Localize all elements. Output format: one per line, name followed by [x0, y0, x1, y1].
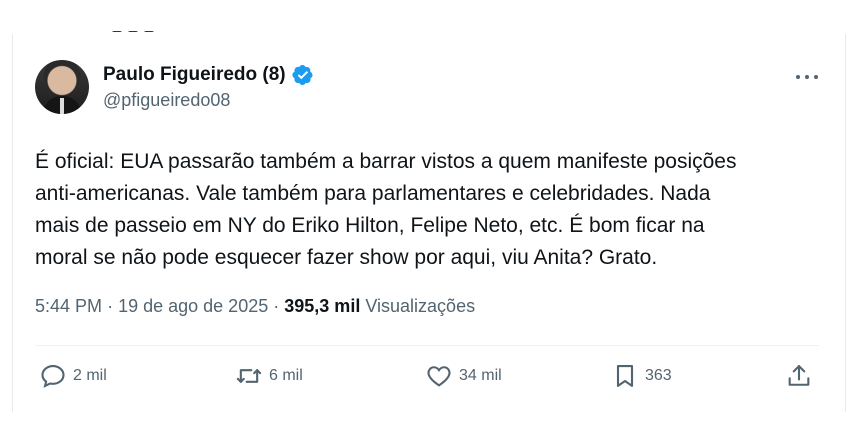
tweet-text: É oficial: EUA passarão também a barrar …	[35, 150, 737, 269]
action-bar: 2 mil 6 mil 34 mil 363	[35, 362, 819, 398]
tweet-card: Paulo Figueiredo (8) @pfigueiredo08 É of…	[12, 34, 846, 412]
meta-separator: ·	[107, 296, 114, 316]
like-count: 34 mil	[459, 367, 502, 384]
avatar-tie	[60, 98, 64, 114]
repost-count: 6 mil	[269, 367, 303, 384]
views-label: Visualizações	[365, 296, 476, 316]
bookmark-button[interactable]: 363	[611, 362, 672, 390]
like-button[interactable]: 34 mil	[425, 362, 502, 390]
bookmark-count: 363	[645, 367, 672, 384]
tweet-time[interactable]: 5:44 PM	[35, 296, 102, 316]
name-row: Paulo Figueiredo (8)	[103, 64, 314, 86]
meta-separator-2: ·	[273, 296, 280, 316]
more-horizontal-icon	[796, 75, 818, 79]
bookmark-icon	[616, 365, 634, 387]
author-info: Paulo Figueiredo (8) @pfigueiredo08	[103, 64, 314, 111]
reply-button[interactable]: 2 mil	[39, 362, 107, 390]
tweet-date[interactable]: 19 de ago de 2025	[118, 296, 268, 316]
repost-button[interactable]: 6 mil	[235, 362, 303, 390]
author-handle[interactable]: @pfigueiredo08	[103, 90, 314, 111]
share-button[interactable]	[785, 362, 813, 390]
display-name[interactable]: Paulo Figueiredo (8)	[103, 64, 286, 86]
share-icon	[788, 365, 810, 386]
verified-badge-icon	[292, 64, 314, 86]
views-count: 395,3 mil	[284, 296, 361, 316]
divider	[35, 345, 819, 346]
reply-count: 2 mil	[73, 367, 107, 384]
cropped-top-text	[112, 22, 172, 32]
tweet-meta: 5:44 PM · 19 de ago de 2025 · 395,3 mil …	[35, 296, 475, 317]
repost-icon	[236, 369, 262, 383]
avatar[interactable]	[35, 60, 89, 114]
reply-icon	[41, 365, 65, 388]
heart-icon	[427, 366, 451, 387]
more-options-button[interactable]	[795, 70, 819, 81]
